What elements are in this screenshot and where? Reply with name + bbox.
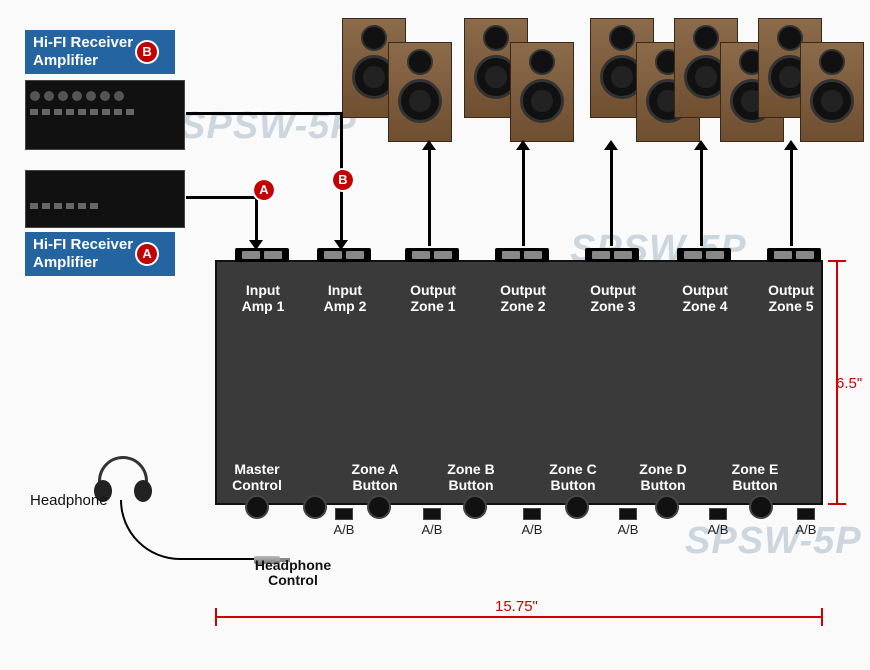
- headphone-label: Headphone: [30, 492, 108, 509]
- port-input-amp1: [235, 248, 289, 262]
- speaker: [800, 42, 864, 142]
- label-output-zone3: Output Zone 3: [577, 282, 649, 314]
- marker-b-icon: B: [137, 42, 157, 62]
- receiver-a-line1: Hi-FI Receiver: [33, 236, 133, 253]
- receiver-b-line1: Hi-FI Receiver: [33, 34, 133, 51]
- headphone-icon: [98, 456, 148, 496]
- zone-a-dial[interactable]: [367, 495, 391, 519]
- marker-b-icon: B: [333, 170, 353, 190]
- label-zone-e-button: Zone E Button: [719, 461, 791, 493]
- zone-b-dial[interactable]: [463, 495, 487, 519]
- headphone-control-label: Headphone Control: [248, 558, 338, 589]
- arrow-up-icon: [694, 140, 708, 150]
- port-output-zone5: [767, 248, 821, 262]
- speaker: [388, 42, 452, 142]
- label-output-zone1: Output Zone 1: [397, 282, 469, 314]
- ab-switch-zone-b[interactable]: A/B: [515, 508, 549, 537]
- label-zone-b-button: Zone B Button: [435, 461, 507, 493]
- label-zone-a-button: Zone A Button: [339, 461, 411, 493]
- label-zone-c-button: Zone C Button: [537, 461, 609, 493]
- label-zone-d-button: Zone D Button: [627, 461, 699, 493]
- dimension-height-value: 6.5": [836, 375, 862, 392]
- label-master-control: Master Control: [221, 461, 293, 493]
- arrow-up-icon: [784, 140, 798, 150]
- ab-switch-zone-e[interactable]: A/B: [789, 508, 823, 537]
- port-output-zone4: [677, 248, 731, 262]
- ab-switch-zone-a[interactable]: A/B: [415, 508, 449, 537]
- label-output-zone4: Output Zone 4: [669, 282, 741, 314]
- port-output-zone3: [585, 248, 639, 262]
- port-output-zone2: [495, 248, 549, 262]
- arrow-up-icon: [422, 140, 436, 150]
- label-input-amp1: Input Amp 1: [227, 282, 299, 314]
- label-output-zone5: Output Zone 5: [755, 282, 827, 314]
- marker-a-icon: A: [137, 244, 157, 264]
- cable-zone2: [522, 148, 525, 246]
- arrow-up-icon: [604, 140, 618, 150]
- amplifier-b: [25, 80, 185, 150]
- dimension-width-value: 15.75": [495, 598, 538, 615]
- label-input-amp2: Input Amp 2: [309, 282, 381, 314]
- receiver-b-line2: Amplifier: [33, 52, 98, 69]
- cable-a: [186, 196, 256, 199]
- port-input-amp2: [317, 248, 371, 262]
- cable-zone5: [790, 148, 793, 246]
- ab-switch-zone-d[interactable]: A/B: [701, 508, 735, 537]
- ab-switch-headphone[interactable]: A/B: [327, 508, 361, 537]
- dimension-width: [215, 616, 823, 618]
- amplifier-a: [25, 170, 185, 228]
- cable-zone4: [700, 148, 703, 246]
- port-output-zone1: [405, 248, 459, 262]
- cable-a: [255, 196, 258, 244]
- headphone-cable: [120, 500, 260, 560]
- cable-zone1: [428, 148, 431, 246]
- zone-c-dial[interactable]: [565, 495, 589, 519]
- zone-e-dial[interactable]: [749, 495, 773, 519]
- receiver-a-label: Hi-FI Receiver Amplifier A: [25, 232, 175, 276]
- headphone-volume-dial[interactable]: [303, 495, 327, 519]
- receiver-b-label: Hi-FI Receiver Amplifier B: [25, 30, 175, 74]
- speaker-selector-unit: Input Amp 1 Input Amp 2 Output Zone 1 Ou…: [215, 260, 823, 505]
- marker-a-icon: A: [254, 180, 274, 200]
- zone-d-dial[interactable]: [655, 495, 679, 519]
- cable-b: [186, 112, 341, 115]
- receiver-a-line2: Amplifier: [33, 254, 98, 271]
- arrow-up-icon: [516, 140, 530, 150]
- cable-zone3: [610, 148, 613, 246]
- ab-switch-zone-c[interactable]: A/B: [611, 508, 645, 537]
- speaker: [510, 42, 574, 142]
- label-output-zone2: Output Zone 2: [487, 282, 559, 314]
